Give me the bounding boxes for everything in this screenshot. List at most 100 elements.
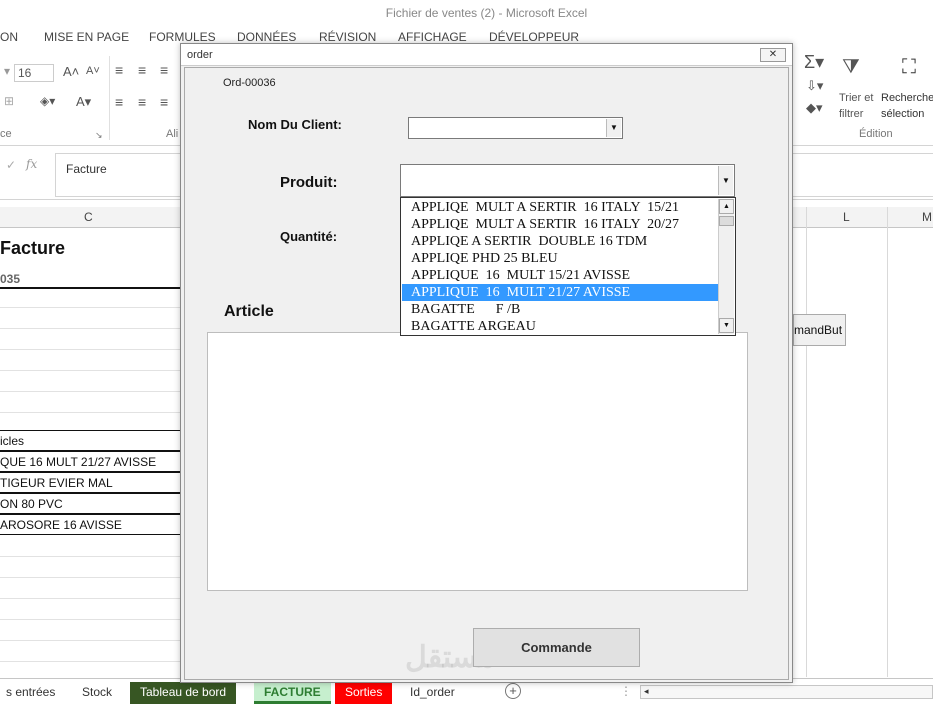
gridline [806,207,807,677]
tab-developpeur[interactable]: DÉVELOPPEUR [489,30,579,44]
formula-value: Facture [66,162,107,176]
sort-filter-label-2[interactable]: filtrer [839,108,863,120]
align-bottom-icon[interactable]: ≡ [160,62,168,78]
find-binoculars-icon[interactable]: ⛶ [902,56,916,79]
window-title: Fichier de ventes (2) - Microsoft Excel [385,6,588,20]
align-top-icon[interactable]: ≡ [115,62,123,78]
product-option[interactable]: APPLIQUE 16 MULT 15/21 AVISSE [402,267,718,284]
gridline [0,412,180,413]
autosum-icon[interactable]: Σ▾ [804,52,824,73]
tab-mise-en-page[interactable]: MISE EN PAGE [44,30,129,44]
font-color-icon[interactable]: A▾ [76,94,91,110]
fill-icon[interactable]: ⇩▾ [806,78,823,94]
client-label: Nom Du Client: [248,117,342,132]
sheet-tab-facture[interactable]: FACTURE [254,682,331,704]
shrink-font-icon[interactable]: A˅ [86,65,100,77]
tab-accueil[interactable]: ON [0,30,18,44]
group-edition-label: Édition [859,128,893,140]
dialog-title: order [187,49,213,61]
product-option[interactable]: APPLIQE PHD 25 BLEU [402,250,718,267]
align-right-icon[interactable]: ≡ [160,94,168,110]
order-id-label: Ord-00036 [223,77,276,89]
font-size-field[interactable]: 16 [14,64,54,82]
product-option-selected[interactable]: APPLIQUE 16 MULT 21/27 AVISSE [402,284,718,301]
tab-formules[interactable]: FORMULES [149,30,216,44]
sheet-tab-tableau-de-bord[interactable]: Tableau de bord [130,682,237,704]
border-icon[interactable]: ⊞ [4,94,14,108]
sheet-tab-id-order[interactable]: Id_order [400,682,465,704]
gridline [0,328,180,329]
cell-order-id[interactable]: 035 [0,272,20,286]
dropdown-arrow-icon[interactable]: ▼ [718,166,733,195]
ribbon-separator [109,56,110,140]
quantity-label: Quantité: [280,229,338,244]
align-middle-icon[interactable]: ≡ [138,62,146,78]
excel-title-bar: Fichier de ventes (2) - Microsoft Excel [0,0,933,28]
fill-color-icon[interactable]: ◈▾ [40,94,55,108]
product-option[interactable]: BAGATTE F /B [402,301,718,318]
cell-article-4[interactable]: AROSORE 16 AVISSE [0,518,122,532]
cell-invoice-title[interactable]: Facture [0,238,65,259]
client-combobox[interactable]: ▼ [408,117,623,139]
fx-icon[interactable]: fx [26,157,37,171]
product-label: Produit: [280,174,338,191]
column-header-l[interactable]: L [843,210,850,224]
tab-donnees[interactable]: DONNÉES [237,30,296,44]
gridline [0,640,180,641]
sheet-tab-sorties[interactable]: Sorties [335,682,393,704]
article-label: Article [224,303,274,320]
gridline [0,370,180,371]
sort-filter-icon[interactable]: ⧩ [842,56,860,79]
gridline [0,391,180,392]
close-icon[interactable]: ✕ [760,48,786,62]
product-dropdown-list[interactable]: APPLIQE MULT A SERTIR 16 ITALY 15/21 APP… [400,197,736,336]
column-header-c[interactable]: C [84,210,93,224]
cancel-formula-icon[interactable]: ✓ [6,158,16,172]
clear-icon[interactable]: ◆▾ [806,100,823,116]
grow-font-icon[interactable]: A˄ [63,64,79,79]
align-center-icon[interactable]: ≡ [138,94,146,110]
sheet-command-button[interactable]: mandBut [793,314,846,346]
scroll-left-icon[interactable]: ◂ [644,686,649,697]
product-option[interactable]: APPLIQE A SERTIR DOUBLE 16 TDM [402,233,718,250]
group-alignment-label: Ali [166,128,179,140]
cell-article-2[interactable]: TIGEUR EVIER MAL [0,476,113,490]
sheet-tab-stock[interactable]: Stock [72,682,122,704]
add-sheet-icon[interactable]: + [505,683,521,699]
cell-article-1[interactable]: QUE 16 MULT 21/27 AVISSE [0,455,156,469]
tab-split-handle[interactable]: ⋮ [620,684,632,698]
dialog-launcher-icon[interactable]: ↘ [95,130,103,141]
product-combobox[interactable]: ▼ [400,164,735,197]
column-header-m[interactable]: M [922,210,932,224]
product-option[interactable]: APPLIQE MULT A SERTIR 16 ITALY 15/21 [402,199,718,216]
group-police-label: ce [0,128,12,140]
dropdown-arrow-icon[interactable]: ▼ [606,119,621,137]
product-option[interactable]: BAGATTE ARGEAU [402,318,718,335]
commande-button[interactable]: Commande [473,628,640,667]
article-listbox[interactable] [207,332,748,591]
cell-article-3[interactable]: ON 80 PVC [0,497,63,511]
sort-filter-label-1[interactable]: Trier et [839,92,873,104]
gridline [0,661,180,662]
cell-articles-header[interactable]: icles [0,434,24,448]
product-option[interactable]: APPLIQE MULT A SERTIR 16 ITALY 20/27 [402,216,718,233]
scroll-up-icon[interactable]: ▲ [719,199,734,214]
tab-revision[interactable]: RÉVISION [319,30,376,44]
font-name-arrow[interactable]: ▾ [4,64,10,78]
scrollbar-thumb[interactable] [719,216,734,226]
table-row [0,430,181,451]
find-label-1[interactable]: Recherche [881,92,933,104]
align-left-icon[interactable]: ≡ [115,94,123,110]
find-label-2[interactable]: sélection [881,108,924,120]
gridline [0,307,180,308]
scroll-down-icon[interactable]: ▼ [719,318,734,333]
header-border [0,287,181,289]
gridline [0,577,180,578]
dropdown-scrollbar[interactable]: ▲ ▼ [718,199,734,334]
gridline [0,349,180,350]
dialog-title-bar[interactable]: order ✕ [181,44,792,66]
sheet-tab-entrees[interactable]: s entrées [0,682,65,704]
tab-affichage[interactable]: AFFICHAGE [398,30,467,44]
horizontal-scrollbar[interactable]: ◂ [640,685,933,699]
gridline [887,207,888,677]
